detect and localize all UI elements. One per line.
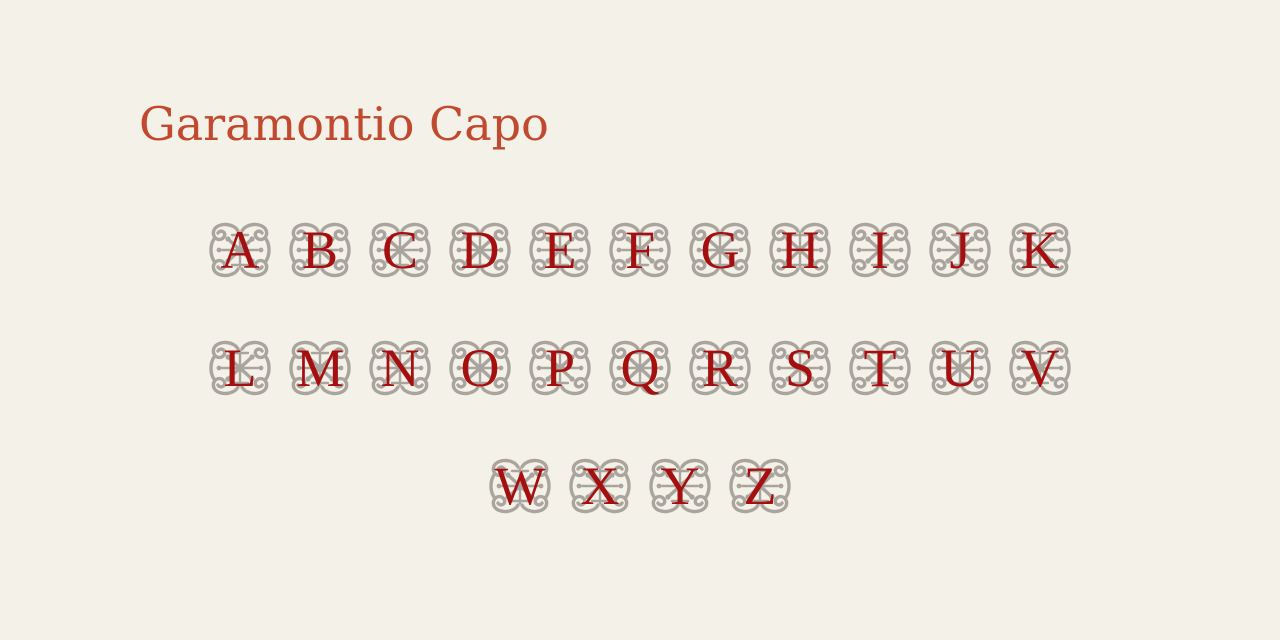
- glyph-tile-a: A: [208, 219, 272, 281]
- glyph-tile-c: C: [368, 219, 432, 281]
- page-title: Garamontio Capo: [139, 97, 549, 151]
- glyph-letter: B: [301, 220, 339, 280]
- glyph-letter: U: [940, 338, 980, 398]
- glyph-row-3: WXYZ: [0, 455, 1280, 517]
- glyph-tile-b: B: [288, 219, 352, 281]
- glyph-tile-q: Q: [608, 337, 672, 399]
- glyph-letter: L: [223, 338, 257, 398]
- glyph-tile-r: R: [688, 337, 752, 399]
- glyph-letter: W: [494, 456, 546, 516]
- glyph-letter: T: [863, 338, 897, 398]
- glyph-tile-u: U: [928, 337, 992, 399]
- glyph-letter: C: [381, 220, 419, 280]
- glyph-tile-n: N: [368, 337, 432, 399]
- glyph-tile-o: O: [448, 337, 512, 399]
- glyph-tile-j: J: [928, 219, 992, 281]
- glyph-letter: G: [700, 220, 740, 280]
- glyph-tile-t: T: [848, 337, 912, 399]
- glyph-letter: Z: [743, 456, 777, 516]
- glyph-letter: Y: [660, 456, 700, 516]
- glyph-row-2: LMNOPQRSTUV: [0, 337, 1280, 399]
- glyph-tile-e: E: [528, 219, 592, 281]
- glyph-tile-f: F: [608, 219, 672, 281]
- glyph-tile-d: D: [448, 219, 512, 281]
- glyph-tile-g: G: [688, 219, 752, 281]
- glyph-letter: A: [220, 220, 260, 280]
- glyph-tile-y: Y: [648, 455, 712, 517]
- glyph-letter: I: [871, 220, 889, 280]
- glyph-letter: J: [949, 220, 971, 280]
- glyph-tile-x: X: [568, 455, 632, 517]
- glyph-letter: O: [460, 338, 500, 398]
- glyph-tile-k: K: [1008, 219, 1072, 281]
- glyph-tile-v: V: [1008, 337, 1072, 399]
- glyph-tile-w: W: [488, 455, 552, 517]
- glyph-letter: N: [380, 338, 420, 398]
- glyph-tile-z: Z: [728, 455, 792, 517]
- glyph-letter: S: [784, 338, 816, 398]
- glyph-tile-h: H: [768, 219, 832, 281]
- glyph-letter: R: [701, 338, 739, 398]
- glyph-tile-s: S: [768, 337, 832, 399]
- glyph-tile-p: P: [528, 337, 592, 399]
- glyph-letter: X: [580, 456, 620, 516]
- glyph-tile-m: M: [288, 337, 352, 399]
- glyph-letter: K: [1020, 220, 1060, 280]
- glyph-letter: F: [624, 220, 656, 280]
- glyph-letter: Q: [620, 338, 660, 398]
- glyph-letter: V: [1020, 338, 1060, 398]
- glyph-tile-i: I: [848, 219, 912, 281]
- glyph-letter: M: [295, 338, 344, 398]
- glyph-letter: E: [543, 220, 577, 280]
- glyph-row-1: ABCDEFGHIJK: [0, 219, 1280, 281]
- glyph-letter: P: [544, 338, 576, 398]
- glyph-tile-l: L: [208, 337, 272, 399]
- glyph-letter: D: [460, 220, 500, 280]
- glyph-letter: H: [780, 220, 820, 280]
